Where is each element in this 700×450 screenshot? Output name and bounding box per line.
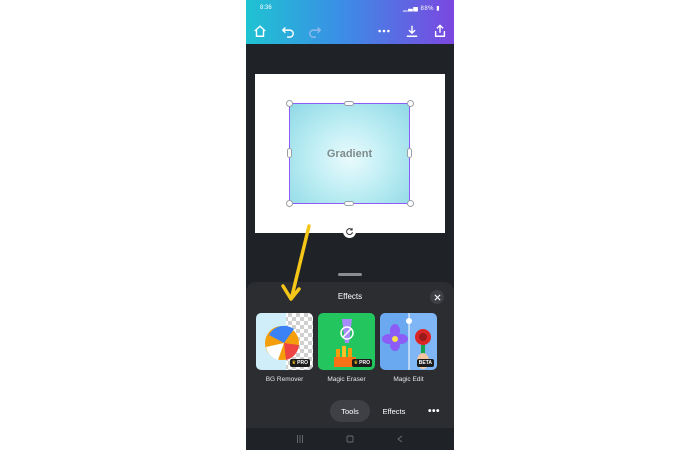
bg-remover-tool[interactable]: PRO BG Remover <box>256 313 313 383</box>
effects-panel: Effects PRO <box>246 282 454 450</box>
battery-icon: ▮ <box>436 6 440 12</box>
resize-handle-bottom-left[interactable] <box>286 200 293 207</box>
tool-label: Magic Edit <box>393 376 424 383</box>
battery-text: 88% <box>420 6 435 12</box>
design-canvas: Gradient <box>246 44 454 280</box>
resize-handle-right[interactable] <box>407 148 412 158</box>
resize-handle-top[interactable] <box>344 101 354 106</box>
home-icon[interactable] <box>250 21 270 41</box>
tab-effects[interactable]: Effects <box>374 400 414 422</box>
design-page[interactable]: Gradient <box>255 74 445 233</box>
pro-badge: PRO <box>289 359 310 367</box>
status-time: 8:36 <box>260 5 272 11</box>
redo-icon[interactable] <box>305 21 325 41</box>
magic-eraser-tool[interactable]: PRO Magic Eraser <box>318 313 375 383</box>
undo-icon[interactable] <box>278 21 298 41</box>
bottom-tab-bar: Tools Effects ••• <box>246 400 454 422</box>
beta-badge: BETA <box>416 359 434 367</box>
annotation-arrow-icon <box>281 224 311 301</box>
editor-toolbar <box>246 18 454 44</box>
magic-eraser-thumbnail: PRO <box>318 313 375 370</box>
panel-title: Effects <box>337 292 363 301</box>
tool-label: BG Remover <box>265 376 304 383</box>
resize-handle-left[interactable] <box>287 148 292 158</box>
signal-icon: ▁▃▅ <box>402 6 419 12</box>
tab-tools[interactable]: Tools <box>330 400 370 422</box>
home-nav-icon[interactable] <box>340 432 360 446</box>
pro-badge: PRO <box>351 359 372 367</box>
gradient-element[interactable]: Gradient <box>289 103 410 204</box>
more-tabs-button[interactable]: ••• <box>426 400 442 422</box>
back-nav-icon[interactable] <box>390 432 410 446</box>
status-icons: ▁▃▅ 88% ▮ <box>403 5 440 12</box>
gradient-text: Gradient <box>326 147 373 160</box>
share-icon[interactable] <box>430 21 450 41</box>
resize-handle-bottom-right[interactable] <box>407 200 414 207</box>
close-button[interactable] <box>430 290 444 304</box>
download-icon[interactable] <box>402 21 422 41</box>
magic-edit-tool[interactable]: BETA Magic Edit <box>380 313 437 383</box>
resize-handle-bottom[interactable] <box>344 201 354 206</box>
recent-apps-icon[interactable] <box>290 432 310 446</box>
phone-screen: 8:36 ▁▃▅ 88% ▮ Gradient Effects ♛ PRO BG… <box>246 0 454 450</box>
close-icon <box>433 293 441 301</box>
sheet-drag-handle[interactable] <box>338 273 362 276</box>
magic-edit-thumbnail: BETA <box>380 313 437 370</box>
resize-handle-top-right[interactable] <box>407 100 414 107</box>
bg-remover-thumbnail: PRO <box>256 313 313 370</box>
system-nav-bar <box>246 428 454 450</box>
status-bar: 8:36 ▁▃▅ 88% ▮ <box>246 0 454 18</box>
resize-handle-top-left[interactable] <box>286 100 293 107</box>
rotate-handle-icon[interactable] <box>343 225 356 238</box>
more-icon[interactable] <box>374 21 394 41</box>
tool-label: Magic Eraser <box>327 376 366 383</box>
